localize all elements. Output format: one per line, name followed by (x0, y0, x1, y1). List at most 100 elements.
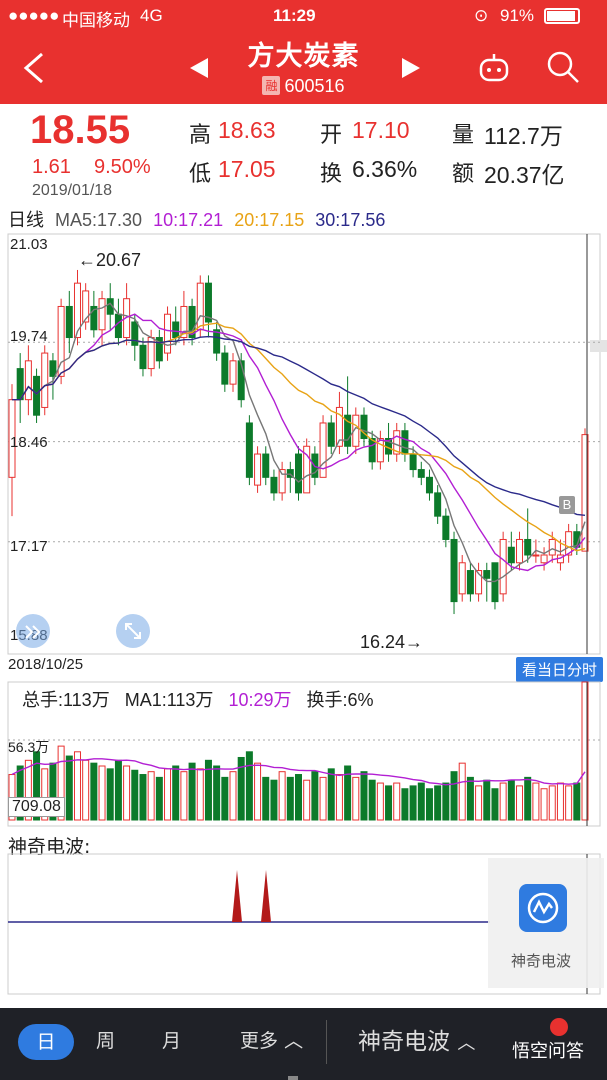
ma20-value: 20:17.15 (234, 210, 305, 230)
wave-tab[interactable]: 神奇电波 ︿ (358, 1022, 475, 1056)
candle-body (425, 476, 433, 494)
candle-body (114, 313, 122, 339)
volume-bar (376, 782, 384, 821)
candle-body (262, 453, 270, 478)
open-label: 开 (320, 122, 343, 147)
low-value: 17.05 (218, 156, 276, 182)
search-icon[interactable] (546, 50, 580, 84)
amount-value: 20.37亿 (484, 162, 565, 188)
volume-bar (335, 774, 343, 821)
buy-marker[interactable]: B (559, 496, 575, 514)
candle-body (213, 329, 221, 354)
volume-bar (106, 768, 114, 821)
candle-body (139, 344, 147, 370)
volume-bar (458, 762, 466, 821)
candle-body (24, 360, 32, 401)
candle-body (41, 352, 49, 408)
candle-body (442, 515, 450, 540)
battery-percent: 91% (500, 6, 535, 25)
volume-bar (303, 779, 311, 821)
rotation-lock-icon: ⊙ (474, 6, 489, 25)
candle-body (295, 453, 302, 494)
volume-bar (147, 771, 155, 821)
volume-bar (409, 785, 417, 821)
volume-bar (499, 782, 507, 821)
volume-bar (73, 751, 81, 821)
expand-left-icon[interactable] (16, 614, 50, 648)
volume-bar (442, 782, 450, 821)
carrier: 中国移动 (62, 11, 130, 30)
robot-icon[interactable] (478, 52, 510, 82)
tab-more-label: 更多 (240, 1030, 279, 1052)
candle-body (540, 554, 548, 564)
volume-bar (516, 785, 524, 821)
fullscreen-icon[interactable] (116, 614, 150, 648)
candle-body (33, 375, 41, 416)
candle-body (532, 554, 540, 557)
tab-week[interactable]: 周 (96, 1026, 115, 1053)
ma5-line (12, 302, 586, 583)
ma-legend: 日线 MA5:17.30 10:17.21 20:17.15 30:17.56 (8, 206, 385, 232)
quote-date: 2019/01/18 (32, 182, 113, 199)
candle-body (237, 360, 245, 401)
volume-bar (532, 782, 540, 821)
volume-ma10: 10:29万 (228, 690, 292, 710)
candle-body (548, 538, 556, 556)
volume-bar (90, 762, 98, 821)
candle-body (254, 453, 262, 486)
volume-bar (311, 771, 319, 821)
ma5-value: MA5:17.30 (55, 210, 143, 230)
tab-day[interactable]: 日 (18, 1024, 74, 1060)
volume-bar (548, 785, 556, 821)
margin-badge: 融 (262, 76, 281, 95)
next-stock-icon[interactable] (402, 58, 420, 78)
tab-more[interactable]: 更多 ︿ (240, 1026, 303, 1053)
volume-bar (352, 776, 360, 821)
volume-bar (556, 782, 564, 821)
period-label[interactable]: 日线 (8, 210, 44, 230)
volume-bar (98, 765, 106, 821)
volume-bar (172, 765, 180, 821)
volume-bar (278, 771, 286, 821)
volume-bar (139, 774, 147, 821)
volume-bar (368, 779, 376, 821)
volume-bar (262, 776, 270, 821)
candlestick-chart[interactable] (0, 232, 607, 656)
volume-bar (245, 751, 253, 821)
volume-bar (114, 759, 122, 821)
volume-bar (155, 776, 163, 821)
volume-bar (475, 785, 483, 821)
notification-dot-icon (550, 1018, 568, 1036)
candle-body (229, 360, 237, 385)
ma20-line (12, 322, 586, 552)
tab-month[interactable]: 月 (162, 1026, 181, 1053)
volume-value: 112.7万 (484, 123, 563, 149)
volume-bar (466, 776, 474, 821)
candle-body (164, 313, 172, 354)
candle-body (65, 305, 73, 339)
y-tick-1: 21.03 (10, 236, 48, 253)
volume-bar (540, 788, 548, 821)
candle-body (434, 492, 442, 517)
candle-body (401, 430, 409, 455)
volume-bar (319, 776, 327, 821)
candle-body (458, 562, 466, 595)
wave-shortcut-label: 神奇电波 (511, 952, 572, 970)
volume-bar (434, 785, 442, 821)
volume-bar (65, 755, 73, 821)
price-change-pct: 9.50% (94, 156, 151, 178)
volume-bar (507, 779, 515, 821)
volume-bar (254, 762, 262, 821)
volume-bar (450, 771, 458, 821)
signal-icon: ●●●●● (8, 6, 60, 25)
volume-label: 量 (452, 122, 475, 147)
candle-body (270, 476, 278, 494)
candle-body (327, 422, 335, 447)
wave-shortcut-icon[interactable] (519, 884, 567, 932)
ma30-value: 30:17.56 (315, 210, 386, 230)
intraday-button[interactable]: 看当日分时 (515, 657, 603, 682)
app-header: ●●●●● 中国移动 4G 11:29 ⊙ 91% 方大炭素 融 600516 (0, 0, 607, 104)
y-tick-2: 19.74 (10, 328, 48, 345)
turnover-value: 6.36% (352, 156, 418, 182)
volume-bar (164, 768, 172, 821)
